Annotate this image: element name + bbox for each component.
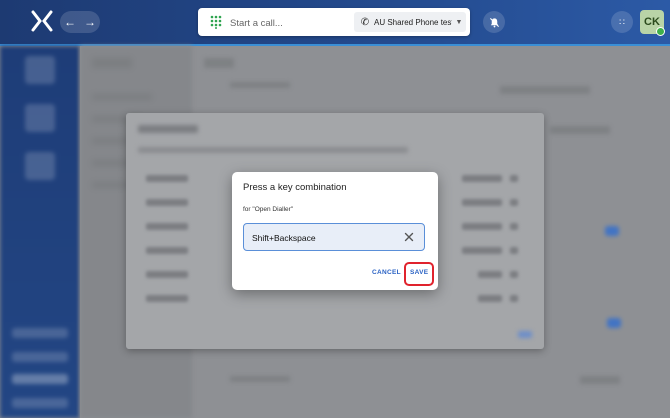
rail-item [25,56,55,84]
shortcut-row [146,295,518,305]
call-bar: ✆ AU Shared Phone testi... ▼ [198,8,470,36]
rail-item [25,152,55,180]
top-bar: ← → ✆ AU Shared Phone testi... ▼ ∷ CK [0,0,670,44]
line-selector-label: AU Shared Phone testi... [374,17,452,27]
phone-icon: ✆ [360,16,370,28]
dialpad-icon[interactable] [210,15,222,29]
arrow-left-icon[interactable]: ← [64,15,76,29]
save-button-highlight [404,262,434,286]
arrow-right-icon[interactable]: → [84,15,96,29]
rail-item [25,104,55,132]
rail-footer-item [12,398,68,408]
close-icon[interactable] [403,231,415,243]
notifications-button[interactable] [483,11,505,33]
rail-footer-item [12,352,68,362]
key-combination-field[interactable]: Shift+Backspace [243,223,425,251]
presence-indicator [656,27,665,36]
dialog-subtitle: for "Open Dialler" [243,206,294,213]
history-nav: ← → [60,11,100,33]
chevron-down-icon: ▼ [455,18,463,26]
rail-footer-item [12,374,68,384]
cancel-button[interactable]: CANCEL [372,269,401,276]
x-logo-icon[interactable] [30,9,54,33]
apps-icon[interactable]: ∷ [611,11,633,33]
call-input[interactable] [228,13,352,33]
rail-footer-item [12,328,68,338]
key-combination-value: Shift+Backspace [252,233,316,243]
dialog-title: Press a key combination [243,182,347,193]
line-selector[interactable]: ✆ AU Shared Phone testi... ▼ [354,12,466,32]
left-rail [0,46,80,418]
bell-off-icon [489,17,499,27]
avatar-initials: CK [644,16,660,28]
